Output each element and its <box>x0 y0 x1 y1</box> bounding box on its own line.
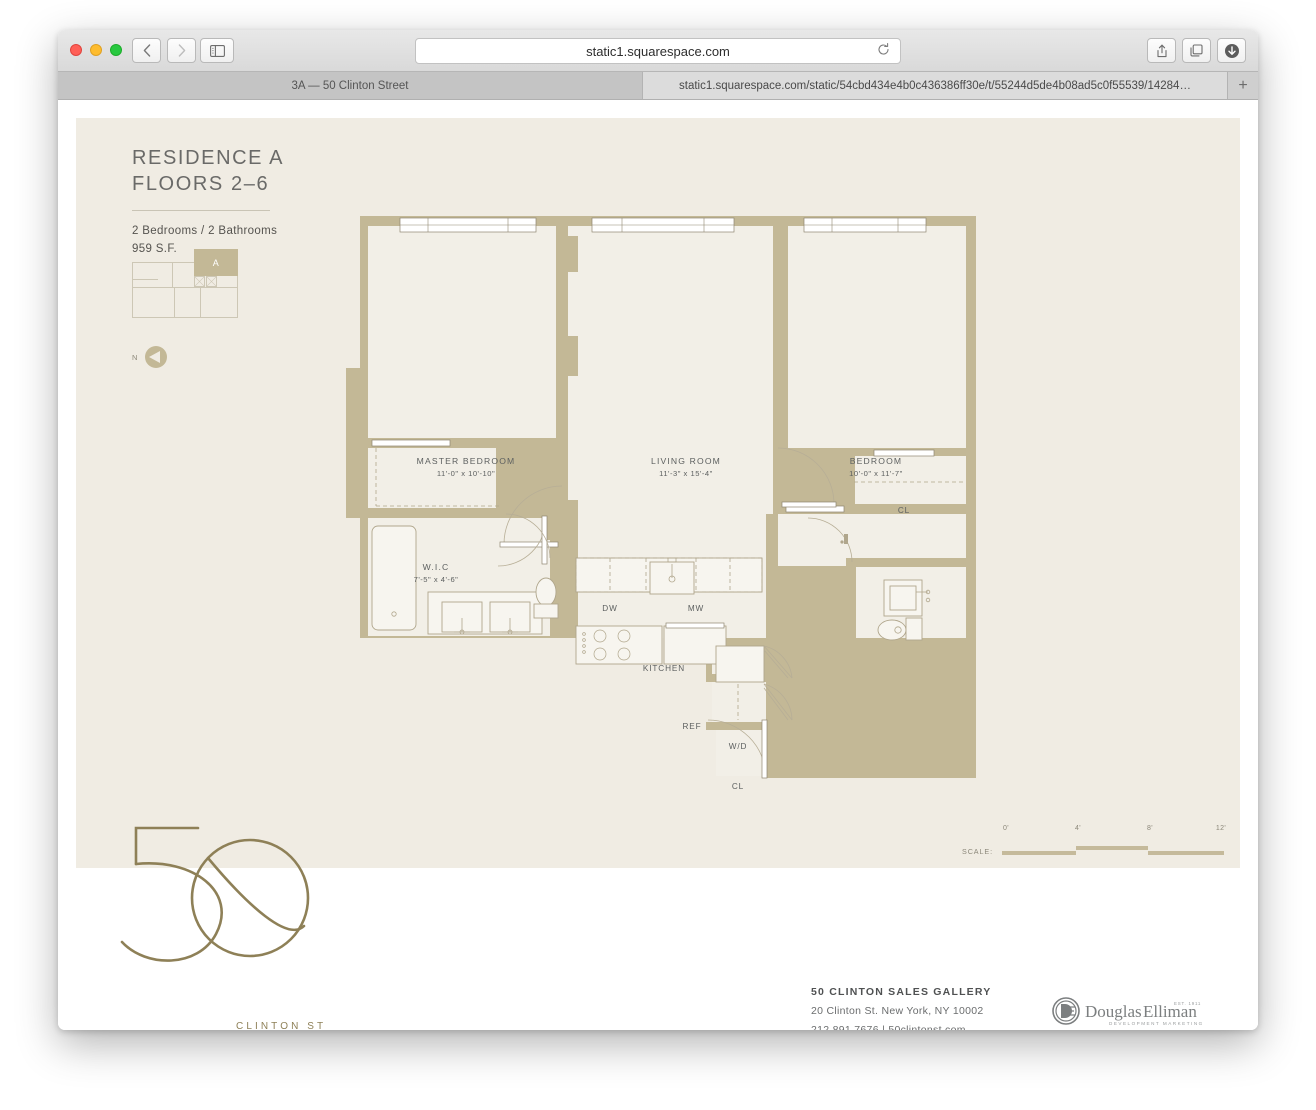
downloads-icon <box>1224 43 1239 58</box>
svg-text:DEVELOPMENT MARKETING: DEVELOPMENT MARKETING <box>1109 1021 1204 1026</box>
tag-mw: MW <box>687 604 705 613</box>
tab-bar: 3A — 50 Clinton Street static1.squarespa… <box>58 72 1258 100</box>
tag-dw: DW <box>602 604 618 613</box>
reload-glyph <box>878 43 889 55</box>
browser-tab-1[interactable]: 3A — 50 Clinton Street <box>58 72 643 99</box>
sheet-footer: CLINTON ST 50 CLINTON SALES GALLERY 20 C… <box>76 826 1240 1030</box>
separator: | <box>882 1024 886 1030</box>
scale-tick-3: 12' <box>1215 825 1227 832</box>
tabs-icon <box>1190 44 1203 57</box>
window-controls <box>70 44 122 56</box>
sales-gallery-title: 50 CLINTON SALES GALLERY <box>811 986 992 998</box>
show-all-tabs-button[interactable] <box>1182 38 1211 63</box>
back-button[interactable] <box>132 38 161 63</box>
toolbar-right-buttons <box>1147 38 1246 63</box>
tag-wd: W/D <box>728 742 748 751</box>
scale-bar <box>1002 846 1224 855</box>
page-content: RESIDENCE A FLOORS 2–6 2 Bedrooms / 2 Ba… <box>58 100 1258 1030</box>
logo-subtitle: CLINTON ST <box>236 1021 327 1030</box>
chevron-left-icon <box>143 44 150 57</box>
scale-tick-0: 0' <box>1002 825 1010 832</box>
svg-text:EST. 1911: EST. 1911 <box>1174 1001 1201 1006</box>
address-text: static1.squarespace.com <box>586 43 730 59</box>
phone-number[interactable]: 212.891.7676 <box>811 1024 879 1030</box>
maximize-window-button[interactable] <box>110 44 122 56</box>
address-bar[interactable]: static1.squarespace.com <box>415 38 901 64</box>
downloads-button[interactable] <box>1217 38 1246 63</box>
scale-tick-2: 8' <box>1146 825 1154 832</box>
navigation-buttons <box>132 38 196 63</box>
browser-tab-2[interactable]: static1.squarespace.com/static/54cbd434e… <box>643 72 1228 99</box>
sales-gallery-contact-line: 212.891.7676 | 50clintonst.com <box>811 1024 992 1030</box>
tab-label: 3A — 50 Clinton Street <box>291 79 409 92</box>
plus-icon: + <box>1238 76 1248 94</box>
new-tab-button[interactable]: + <box>1228 72 1258 99</box>
floorplan-sheet: RESIDENCE A FLOORS 2–6 2 Bedrooms / 2 Ba… <box>76 118 1240 1030</box>
reload-icon[interactable] <box>877 43 890 59</box>
scale-label: SCALE: <box>962 847 993 856</box>
sidebar-icon <box>209 44 225 57</box>
contact-block: 50 CLINTON SALES GALLERY 20 Clinton St. … <box>811 986 992 1030</box>
douglas-elliman-logo: Douglas Elliman EST. 1911 DEVELOPMENT MA… <box>1052 997 1204 1026</box>
svg-text:Douglas: Douglas <box>1085 1002 1142 1021</box>
scale-ticks: 0' 4' 8' 12' <box>1002 825 1227 839</box>
website-link[interactable]: 50clintonst.com <box>888 1024 965 1030</box>
chevron-right-icon <box>178 44 185 57</box>
share-button[interactable] <box>1147 38 1176 63</box>
tag-kitchen: KITCHEN <box>642 664 686 673</box>
close-window-button[interactable] <box>70 44 82 56</box>
tag-cl-laundry: CL <box>731 782 745 791</box>
tab-label: static1.squarespace.com/static/54cbd434e… <box>679 79 1191 92</box>
browser-window: static1.squarespace.com 3A — 50 Clinton … <box>58 30 1258 1030</box>
window-group <box>399 217 927 233</box>
sales-gallery-address: 20 Clinton St. New York, NY 10002 <box>811 1005 984 1017</box>
minimize-window-button[interactable] <box>90 44 102 56</box>
share-icon <box>1156 44 1167 57</box>
browser-titlebar: static1.squarespace.com <box>58 30 1258 72</box>
fifty-clinton-logo <box>120 826 310 962</box>
tag-ref: REF <box>682 722 702 731</box>
scale-tick-1: 4' <box>1074 825 1082 832</box>
show-sidebar-button[interactable] <box>200 38 234 63</box>
tag-cl-bedroom: CL <box>897 506 911 515</box>
floorplan-drawing: .wall { fill:#c3b896; } .rm { fill:#f2ef… <box>346 216 976 779</box>
forward-button[interactable] <box>167 38 196 63</box>
